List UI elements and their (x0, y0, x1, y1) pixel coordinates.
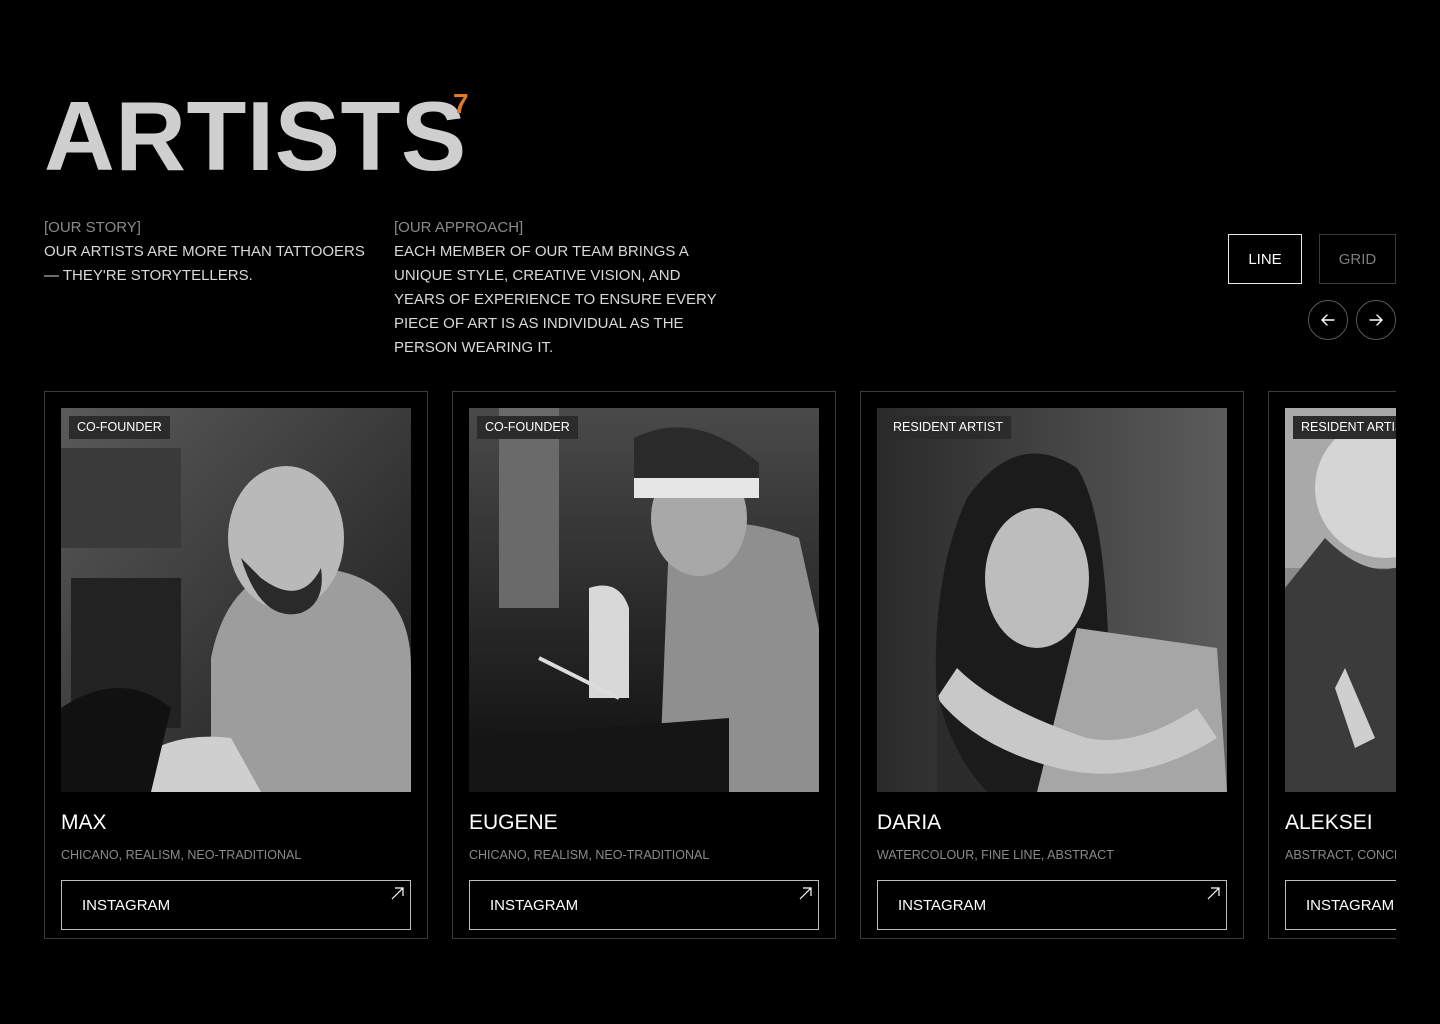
grid-view-button[interactable]: GRID (1319, 234, 1396, 284)
artists-page: ARTISTS 7 [OUR STORY] OUR ARTISTS ARE MO… (0, 0, 1440, 1024)
instagram-link[interactable]: INSTAGRAM (61, 880, 411, 930)
instagram-link[interactable]: INSTAGRAM (469, 880, 819, 930)
instagram-label: INSTAGRAM (898, 896, 987, 914)
our-approach: [OUR APPROACH] EACH MEMBER OF OUR TEAM B… (394, 216, 724, 360)
artist-cards: CO-FOUNDER MAX CHICANO, REALISM, NEO-TRA… (44, 391, 1396, 939)
artist-name: ALEKSEI (1285, 811, 1373, 834)
artists-carousel[interactable]: CO-FOUNDER MAX CHICANO, REALISM, NEO-TRA… (44, 391, 1396, 939)
artist-styles: ABSTRACT, CONCEPTUAL (1285, 848, 1396, 862)
title-block: ARTISTS 7 (44, 81, 469, 191)
artist-card: RESIDENT ARTIST DARIA WATERCOLOUR, FINE … (860, 391, 1244, 939)
instagram-label: INSTAGRAM (82, 896, 171, 914)
our-story-text: OUR ARTISTS ARE MORE THAN TATTOOERS — TH… (44, 243, 365, 284)
role-badge: RESIDENT ARTIST (885, 416, 1011, 439)
our-approach-text: EACH MEMBER OF OUR TEAM BRINGS A UNIQUE … (394, 243, 717, 356)
artist-photo: CO-FOUNDER (469, 408, 819, 792)
view-toggle: LINE GRID (1228, 234, 1396, 284)
artist-styles: WATERCOLOUR, FINE LINE, ABSTRACT (877, 848, 1114, 862)
artist-name: MAX (61, 811, 107, 834)
our-story: [OUR STORY] OUR ARTISTS ARE MORE THAN TA… (44, 216, 374, 288)
artist-photo-image (1285, 408, 1396, 792)
external-link-icon (1207, 887, 1220, 900)
artist-photo-image (469, 408, 819, 792)
artist-card: CO-FOUNDER EUGENE CHICANO, REALISM, NEO-… (452, 391, 836, 939)
artist-card: CO-FOUNDER MAX CHICANO, REALISM, NEO-TRA… (44, 391, 428, 939)
role-badge: CO-FOUNDER (477, 416, 578, 439)
arrow-left-icon (1321, 314, 1335, 326)
arrow-right-icon (1369, 314, 1383, 326)
next-button[interactable] (1356, 300, 1396, 340)
artist-name: EUGENE (469, 811, 558, 834)
instagram-label: INSTAGRAM (1306, 896, 1395, 914)
external-link-icon (799, 887, 812, 900)
external-link-icon (391, 887, 404, 900)
our-story-label: [OUR STORY] (44, 219, 141, 236)
instagram-link[interactable]: INSTAGRAM (877, 880, 1227, 930)
artist-photo-image (877, 408, 1227, 792)
instagram-label: INSTAGRAM (490, 896, 579, 914)
artist-styles: CHICANO, REALISM, NEO-TRADITIONAL (61, 848, 302, 862)
role-badge: CO-FOUNDER (69, 416, 170, 439)
artist-photo-image (61, 408, 411, 792)
artist-name: DARIA (877, 811, 942, 834)
artist-card: RESIDENT ARTIST ALEKSEI ABSTRACT, CONCEP… (1268, 391, 1396, 939)
instagram-link[interactable]: INSTAGRAM (1285, 880, 1396, 930)
prev-button[interactable] (1308, 300, 1348, 340)
artist-photo: RESIDENT ARTIST (1285, 408, 1396, 792)
artist-photo: RESIDENT ARTIST (877, 408, 1227, 792)
carousel-nav (1308, 300, 1396, 340)
artist-count: 7 (453, 88, 469, 119)
role-badge: RESIDENT ARTIST (1293, 416, 1396, 439)
artist-photo: CO-FOUNDER (61, 408, 411, 792)
artist-styles: CHICANO, REALISM, NEO-TRADITIONAL (469, 848, 710, 862)
our-approach-label: [OUR APPROACH] (394, 219, 524, 236)
line-view-button[interactable]: LINE (1228, 234, 1302, 284)
page-title: ARTISTS (44, 81, 467, 191)
